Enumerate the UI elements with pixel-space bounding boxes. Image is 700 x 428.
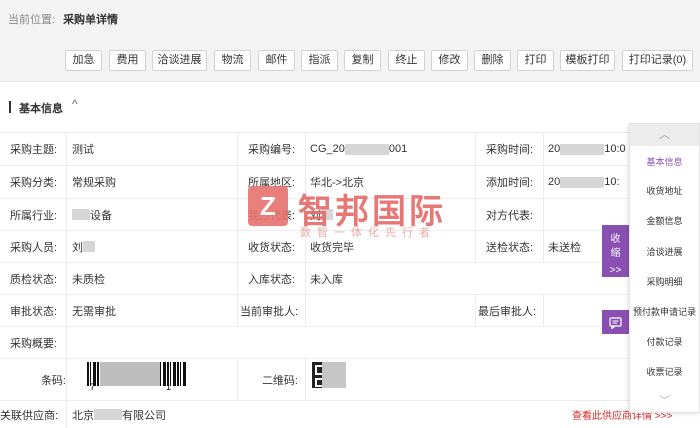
negotiation-progress-button[interactable]: 洽谈进展	[152, 50, 207, 71]
buyer-value: 刘	[72, 231, 232, 262]
nav-up-icon[interactable]: ︿	[630, 124, 699, 146]
time-value: 20 10:0	[548, 143, 626, 155]
collapse-arrow-icon: >>	[609, 265, 622, 276]
their-rep-value	[548, 199, 598, 230]
fee-button[interactable]: 费用	[109, 50, 146, 71]
urgent-button[interactable]: 加急	[65, 50, 102, 71]
email-button[interactable]: 邮件	[258, 50, 295, 71]
nav-item-purchase-detail[interactable]: 采购明细	[630, 270, 699, 294]
nav-item-prepay-records[interactable]: 预付款申请记录	[630, 300, 699, 324]
category-value: 常规采购	[72, 177, 116, 189]
info-row: 采购概要:	[0, 326, 700, 358]
approval-label: 审批状态:	[10, 305, 58, 318]
terminate-button[interactable]: 终止	[388, 50, 425, 71]
collapse-tab[interactable]: 收缩 >>	[602, 225, 629, 277]
collapse-caret-icon[interactable]: ^	[72, 97, 78, 111]
section-title: 基本信息	[19, 103, 63, 115]
subject-value: 测试	[72, 144, 94, 156]
last-approver-value	[548, 295, 598, 326]
collapse-label: 收缩	[610, 234, 621, 259]
chat-icon	[609, 317, 622, 330]
add-time-value: 20 10:	[548, 176, 620, 188]
number-label: 采购编号:	[248, 144, 296, 156]
supplier-row: 关联供应商: 北京 有限公司 查看此供应商详情 >>>	[0, 400, 700, 428]
inspect-label: 送检状态:	[486, 241, 534, 254]
nav-item-delivery-address[interactable]: 收货地址	[630, 179, 699, 203]
info-row: 审批状态: 无需审批 当前审批人: 最后审批人:	[0, 294, 700, 326]
quality-label: 质检状态:	[10, 273, 58, 286]
stock-value: 未入库	[310, 273, 343, 286]
section-bar	[9, 101, 11, 113]
template-print-button[interactable]: 模板打印	[560, 50, 615, 71]
print-records-button[interactable]: 打印记录(0)	[622, 50, 693, 71]
action-toolbar: 加急 费用 洽谈进展 物流 邮件 指派 复制 终止 修改 删除 打印 模板打印 …	[0, 40, 700, 82]
time-label: 采购时间:	[486, 144, 534, 156]
industry-label: 所属行业:	[10, 209, 58, 222]
print-button[interactable]: 打印	[517, 50, 554, 71]
subject-label: 采购主题:	[10, 144, 58, 156]
qrcode-redaction	[322, 362, 346, 388]
current-approver-label: 当前审批人:	[240, 305, 299, 318]
barcode-label: 条码:	[40, 374, 66, 387]
logistics-button[interactable]: 物流	[214, 50, 251, 71]
nav-item-basic-info[interactable]: 基本信息	[630, 150, 699, 174]
section-nav: ︿ 基本信息 收货地址 金额信息 洽谈进展 采购明细 预付款申请记录 付款记录 …	[629, 123, 700, 413]
barcode-number: 71	[90, 382, 173, 392]
code-row: 条码: 71 二维码:	[0, 358, 700, 400]
info-row: 采购主题: 测试 采购编号: CG_20 001 采购时间: 20 10:0	[0, 132, 700, 165]
nav-item-negotiation[interactable]: 洽谈进展	[630, 240, 699, 264]
number-value: CG_20 001	[310, 143, 408, 155]
header-bar: 当前位置: 采购单详情	[0, 0, 700, 40]
nav-item-invoice-records[interactable]: 收票记录	[630, 360, 699, 384]
info-row: 质检状态: 未质检 入库状态: 未入库	[0, 262, 700, 294]
breadcrumb-label: 当前位置:	[8, 14, 56, 26]
nav-down-icon[interactable]: ﹀	[630, 392, 699, 408]
their-rep-label: 对方代表:	[486, 209, 534, 222]
approval-value: 无需审批	[72, 305, 116, 318]
category-label: 采购分类:	[10, 177, 58, 189]
buyer-label: 采购人员:	[10, 241, 58, 254]
inspect-value: 未送检	[548, 241, 581, 254]
summary-label: 采购概要:	[10, 337, 58, 350]
delete-button[interactable]: 删除	[474, 50, 511, 71]
qrcode-label: 二维码:	[261, 374, 298, 387]
current-approver-value	[310, 295, 470, 326]
assign-button[interactable]: 指派	[301, 50, 338, 71]
nav-item-payment-records[interactable]: 付款记录	[630, 330, 699, 354]
nav-item-amount-info[interactable]: 金额信息	[630, 209, 699, 233]
edit-button[interactable]: 修改	[431, 50, 468, 71]
add-time-label: 添加时间:	[486, 177, 534, 189]
summary-value	[72, 327, 572, 358]
chat-button[interactable]	[602, 310, 629, 334]
supplier-label: 关联供应商:	[0, 409, 59, 422]
brand-subtitle: 数智一体化先行者	[300, 227, 436, 239]
page-title: 采购单详情	[63, 14, 119, 26]
brand-watermark: Z 智邦国际 数智一体化先行者	[248, 186, 488, 246]
industry-value: 设备	[72, 199, 232, 230]
last-approver-label: 最后审批人:	[478, 305, 537, 318]
brand-logo-icon: Z	[248, 186, 288, 226]
quality-value: 未质检	[72, 273, 105, 286]
breadcrumb: 当前位置: 采购单详情	[8, 11, 118, 27]
stock-label: 入库状态:	[248, 273, 296, 286]
copy-button[interactable]: 复制	[344, 50, 381, 71]
supplier-value: 北京 有限公司	[72, 409, 166, 422]
